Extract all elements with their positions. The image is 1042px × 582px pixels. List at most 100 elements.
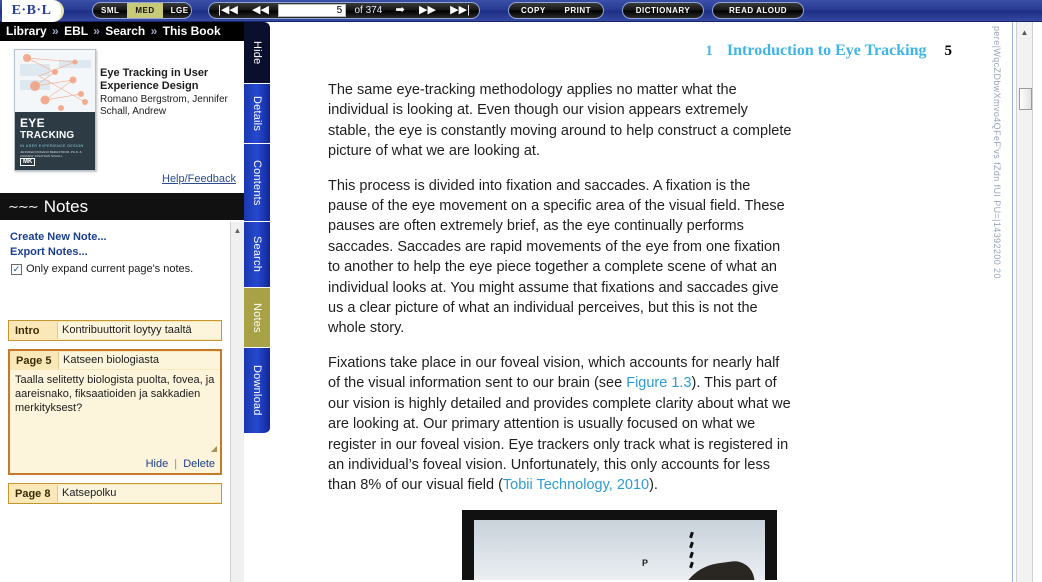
note-title[interactable]: Kontribuuttorit loytyy taaltä [57,322,221,339]
book-title: Eye Tracking in User Experience Design [100,67,209,92]
page-number-input[interactable] [278,4,347,17]
sidebar-scrollbar[interactable]: ▲ [230,222,244,582]
export-notes-link[interactable]: Export Notes... [10,245,231,260]
chapter-number: 1 [705,43,713,59]
expand-current-page-checkbox[interactable]: ✓ [11,263,22,275]
note-header: Intro Kontribuuttorit loytyy taaltä [9,321,221,340]
dictionary-group: DICTIONARY [622,2,704,19]
note-header: Page 5 Katseen biologiasta [10,351,220,370]
reader-text-column: The same eye-tracking methodology applie… [328,80,793,580]
paragraph-3-part-2: ). This part of our vision is highly det… [328,375,791,494]
text-size-medium-button[interactable]: MED [127,3,163,18]
note-body-text: Taalla selitetty biologista puolta, fove… [15,374,215,414]
tab-hide[interactable]: Hide [244,22,270,84]
expand-current-page-label: Only expand current page's notes. [26,263,194,275]
dictionary-button[interactable]: DICTIONARY [628,3,698,18]
first-page-icon[interactable]: |◀◀ [213,3,243,18]
breadcrumb-separator: » [52,24,59,38]
previous-page-icon[interactable]: ◀◀ [247,3,274,18]
note-item-intro[interactable]: Intro Kontribuuttorit loytyy taaltä [8,320,222,341]
gazeplot-svg [15,50,95,113]
note-delete-link[interactable]: Delete [183,458,215,470]
last-page-icon[interactable]: ▶▶| [445,3,475,18]
copy-button[interactable]: COPY [513,3,554,18]
page-number-label: 5 [944,43,953,59]
text-size-group: SML MED LGE [92,2,192,19]
vertical-watermark-text: pere|WqcZDbwXmvo4QFeF'vs fZdn fUI PU=|14… [992,26,1002,279]
tab-search-label: Search [251,236,263,273]
text-size-small-button[interactable]: SML [93,3,127,18]
create-new-note-link[interactable]: Create New Note... [10,230,231,245]
tab-notes[interactable]: Notes [244,288,270,348]
paragraph-3-part-3: ). [649,477,658,494]
note-title[interactable]: Katsepolku [57,485,221,502]
figure-image: P [462,509,777,580]
note-item-page-5[interactable]: Page 5 Katseen biologiasta Taalla selite… [8,349,222,475]
tab-download[interactable]: Download [244,348,270,434]
cover-title-line1: EYE [20,116,45,131]
figure-dashed-line [689,531,694,569]
paragraph-1: The same eye-tracking methodology applie… [328,82,792,160]
figure-screen: P [474,519,765,580]
breadcrumb-item-this-book[interactable]: This Book [163,24,221,38]
note-resize-handle[interactable]: ◢ [211,442,217,456]
cover-title-block: EYE TRACKING IN USER EXPERIENCE DESIGN J… [15,112,95,170]
scrollbar-thumb[interactable] [1019,88,1032,110]
print-button[interactable]: PRINT [557,3,600,18]
book-title-block: Eye Tracking in User Experience Design R… [100,67,240,118]
next-page-icon[interactable]: ➡ [391,3,410,18]
figure-1-3-link[interactable]: Figure 1.3 [626,375,691,391]
tab-search[interactable]: Search [244,222,270,288]
paragraph-3: Fixations take place in our foveal visio… [328,353,793,496]
notes-list: Intro Kontribuuttorit loytyy taaltä Page… [8,320,222,512]
notes-panel-title: Notes [43,196,89,216]
right-edge-strip [1034,22,1042,582]
notes-wave-icon: ∼∼∼ [8,198,39,214]
cover-gazeplot-graphic [15,50,95,113]
figure-hand-silhouette [672,558,758,580]
note-footer: Hide | Delete [10,458,220,473]
note-page-label: Intro [15,324,40,337]
top-toolbar: E·B·L SML MED LGE |◀◀ ◀◀ of 374 ➡ ▶▶ ▶▶|… [0,0,1042,22]
breadcrumb-item-search[interactable]: Search [105,24,145,38]
text-size-large-button[interactable]: LGE [163,3,191,18]
tab-contents[interactable]: Contents [244,144,270,222]
copy-print-group: COPY PRINT [508,2,604,19]
help-feedback-link[interactable]: Help/Feedback [162,173,236,185]
note-body[interactable]: Taalla selitetty biologista puolta, fove… [10,370,220,458]
breadcrumb-separator: » [93,24,100,38]
tab-download-label: Download [251,365,263,416]
cover-publisher-logo: MK [20,158,36,166]
sidebar-scroll-up-icon[interactable]: ▲ [231,226,244,235]
book-cover-thumbnail[interactable]: EYE TRACKING IN USER EXPERIENCE DESIGN J… [14,49,96,171]
page-running-head: 1 Introduction to Eye Tracking 5 [270,42,952,60]
note-footer-separator: | [174,458,178,470]
notes-panel-body: Create New Note... Export Notes... ✓ Onl… [0,222,232,582]
total-pages-label: of 374 [354,5,383,16]
breadcrumb: Library » EBL » Search » This Book [0,22,244,41]
forward-page-icon[interactable]: ▶▶ [414,3,441,18]
ebl-logo[interactable]: E·B·L [2,0,64,22]
read-aloud-group: READ ALOUD [712,2,804,19]
book-authors: Romano Bergstrom, Jennifer Schall, Andre… [100,94,228,117]
read-aloud-button[interactable]: READ ALOUD [721,3,795,18]
breadcrumb-separator: » [150,24,158,38]
tobii-technology-citation-link[interactable]: Tobii Technology, 2010 [503,477,649,493]
expand-current-page-row[interactable]: ✓ Only expand current page's notes. [11,263,231,275]
tab-hide-label: Hide [251,40,263,65]
tab-details[interactable]: Details [244,84,270,144]
note-hide-link[interactable]: Hide [146,458,169,470]
scroll-up-icon[interactable]: ▲ [1017,28,1032,37]
notes-actions: Create New Note... Export Notes... [0,222,231,260]
note-item-page-8[interactable]: Page 8 Katsepolku [8,483,222,504]
book-info-panel: EYE TRACKING IN USER EXPERIENCE DESIGN J… [0,41,244,193]
note-title[interactable]: Katseen biologiasta [58,352,220,369]
left-sidebar: Library » EBL » Search » This Book EYE T… [0,22,244,582]
reader-content-area: 1 Introduction to Eye Tracking 5 The sam… [270,22,1012,582]
page-scrollbar[interactable]: ▲ [1016,22,1033,582]
figure-screen-label: P [642,557,649,568]
breadcrumb-item-library[interactable]: Library [6,24,47,38]
cover-title-line2: TRACKING [20,130,75,142]
breadcrumb-item-ebl[interactable]: EBL [64,24,88,38]
tab-notes-label: Notes [251,302,263,333]
